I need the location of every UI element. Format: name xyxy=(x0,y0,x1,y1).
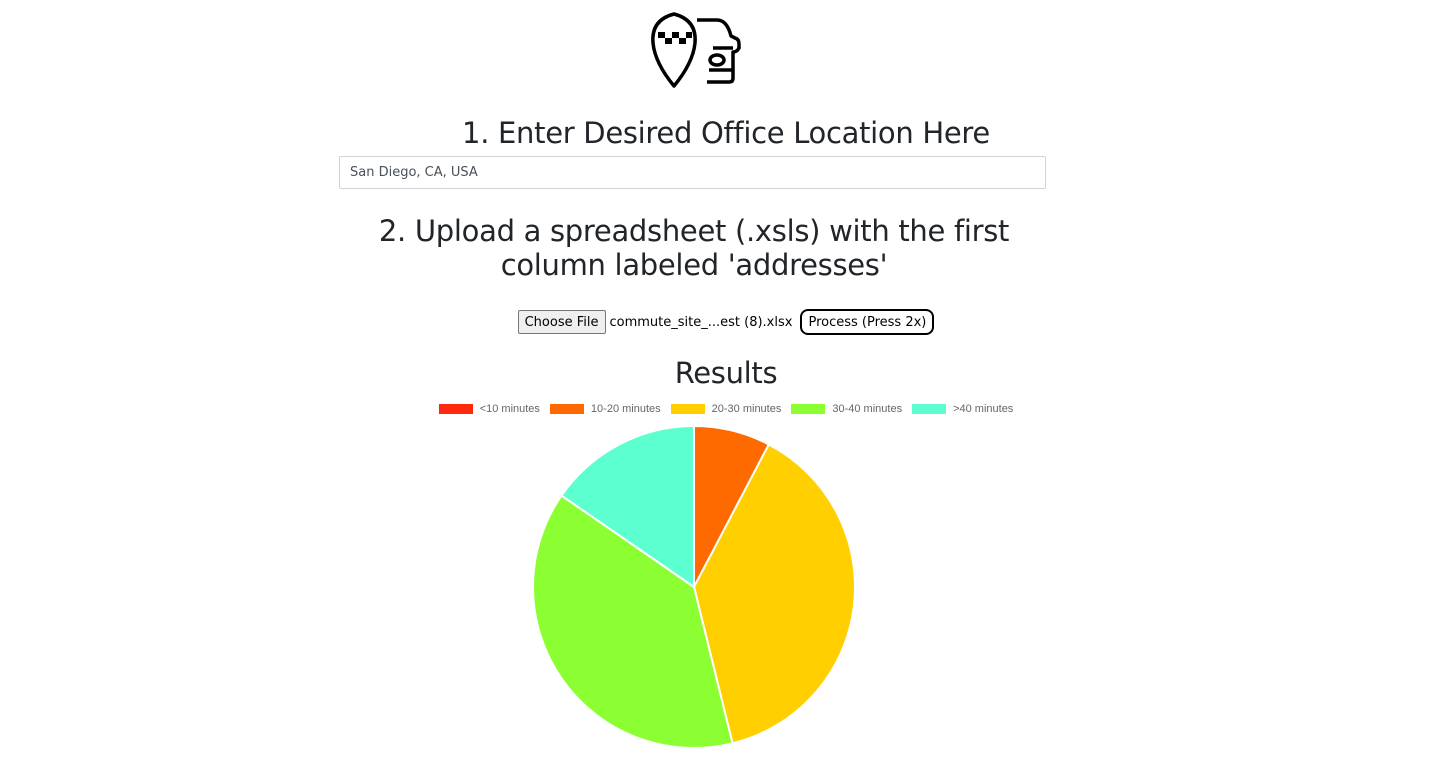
results-pie-chart xyxy=(532,424,856,749)
